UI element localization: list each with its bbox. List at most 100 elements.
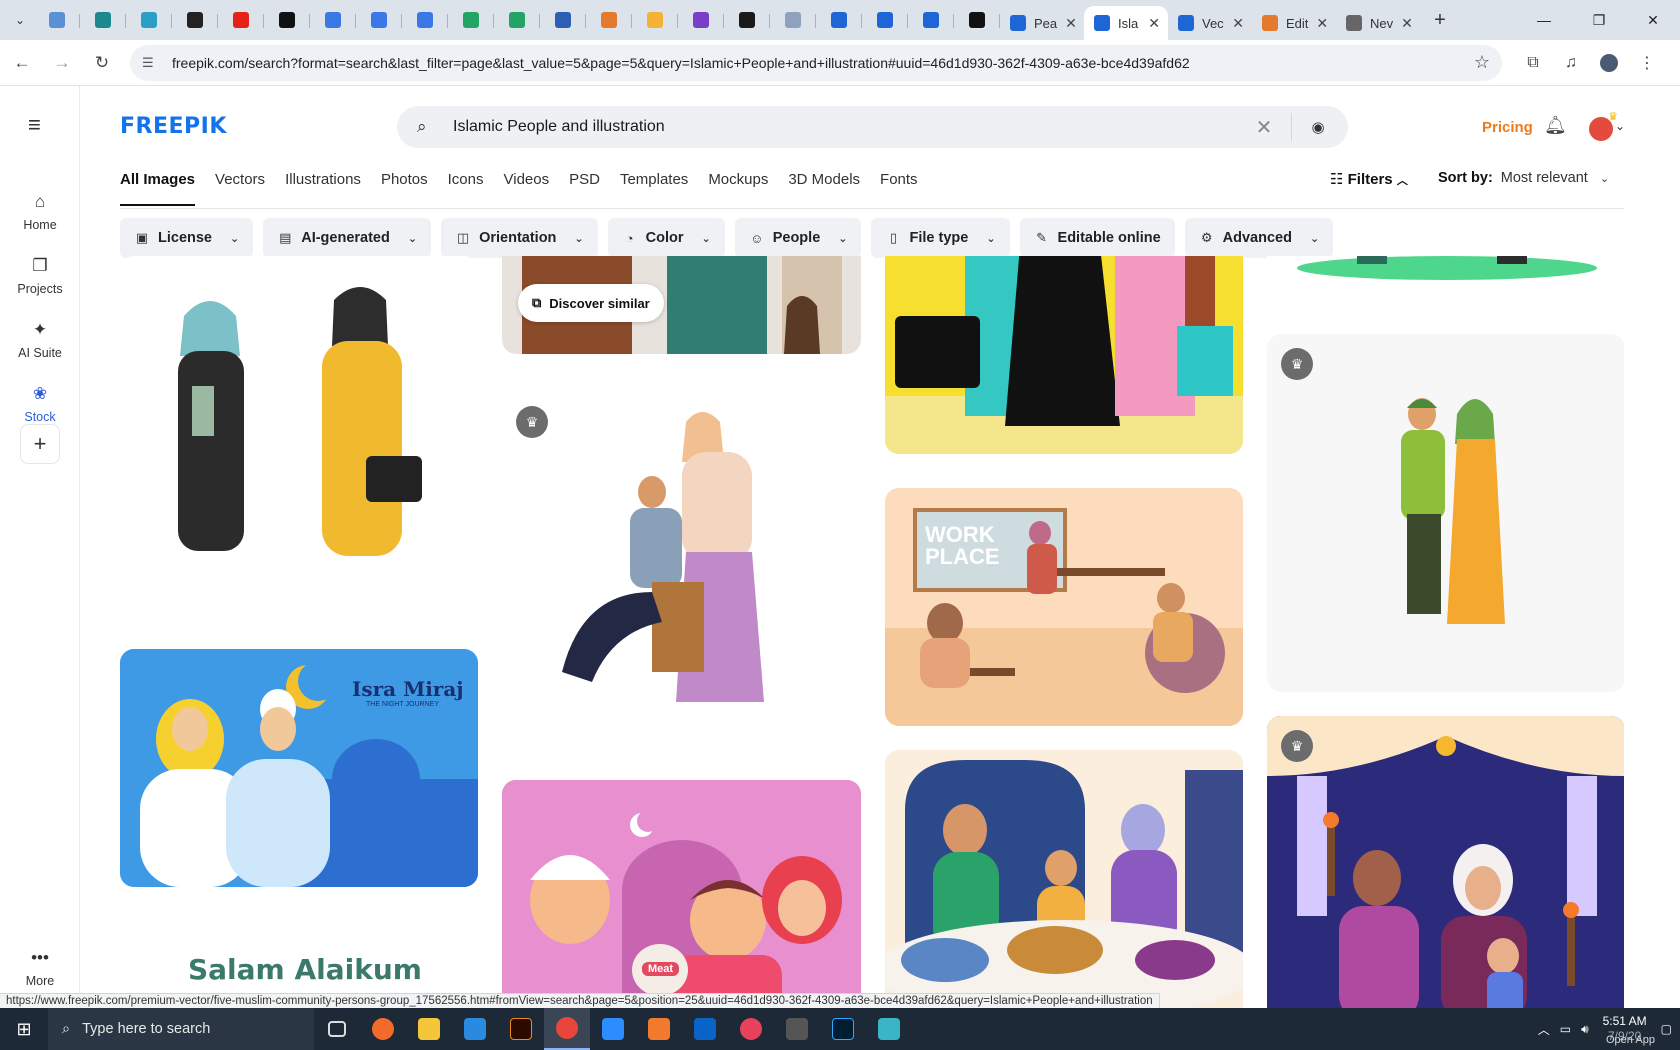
filter-chip[interactable]: ◔ Color ⌄ — [607, 218, 725, 258]
search-bar[interactable]: ⌕ Islamic People and illustration ✕ ◉ — [397, 106, 1348, 148]
user-avatar[interactable]: ♛ — [1589, 111, 1618, 141]
windows-start-icon[interactable]: ⊞ — [0, 1008, 48, 1050]
filter-chip[interactable]: ▯ File type ⌄ — [871, 218, 1010, 258]
extensions-icon[interactable]: ⧉ — [1514, 45, 1552, 81]
result-card[interactable]: ⧉ Discover similar — [502, 256, 861, 354]
browser-tab[interactable] — [310, 4, 356, 36]
close-tab-icon[interactable]: ✕ — [1232, 15, 1244, 32]
task-view-icon[interactable] — [314, 1008, 360, 1050]
volume-icon[interactable]: 🔊︎ — [1581, 1022, 1589, 1037]
browser-tab[interactable] — [862, 4, 908, 36]
hamburger-menu-icon[interactable]: ≡ — [28, 112, 52, 138]
browser-tab[interactable] — [586, 4, 632, 36]
browser-tab[interactable] — [218, 4, 264, 36]
category-tab[interactable]: Templates — [610, 170, 698, 206]
camera-search-icon[interactable]: ◉ — [1306, 118, 1330, 136]
result-card[interactable]: ♛ — [502, 392, 861, 742]
vscode-icon[interactable] — [452, 1008, 498, 1050]
rail-item-ai-suite[interactable]: ✦ AI Suite — [0, 320, 80, 360]
back-button[interactable]: ← — [4, 45, 40, 81]
restore-button[interactable]: ❐ — [1572, 0, 1626, 40]
creative-cloud-icon[interactable] — [728, 1008, 774, 1050]
omnibox[interactable]: ☰ freepik.com/search?format=search&last_… — [130, 44, 1502, 81]
rail-item-more[interactable]: ••• More — [0, 948, 80, 988]
result-card[interactable]: Isra Miraj THE NIGHT JOURNEY — [120, 649, 478, 887]
close-tab-icon[interactable]: ✕ — [1148, 15, 1160, 32]
browser-tab[interactable] — [770, 4, 816, 36]
browser-tab[interactable] — [264, 4, 310, 36]
browser-tab[interactable] — [540, 4, 586, 36]
rail-item-projects[interactable]: ❐ Projects — [0, 256, 80, 296]
rail-item-home[interactable]: ⌂ Home — [0, 192, 80, 232]
taskbar-search-box[interactable]: ⌕ Type here to search — [48, 1008, 314, 1050]
xampp-icon[interactable] — [636, 1008, 682, 1050]
search-input[interactable]: Islamic People and illustration — [453, 118, 1249, 136]
category-tab[interactable]: Icons — [438, 170, 494, 206]
browser-tab[interactable] — [632, 4, 678, 36]
filter-chip[interactable]: ✎ Editable online — [1019, 218, 1175, 258]
profile-avatar-icon[interactable] — [1590, 45, 1628, 81]
browser-tab[interactable] — [448, 4, 494, 36]
browser-tab-active[interactable]: Isla ✕ — [1084, 6, 1168, 40]
result-card[interactable] — [885, 750, 1243, 1008]
result-card[interactable] — [1267, 256, 1624, 284]
photoshop-icon[interactable] — [820, 1008, 866, 1050]
notification-icon[interactable]: ▢ — [1661, 1022, 1672, 1036]
chrome-icon[interactable] — [544, 1008, 590, 1050]
sort-dropdown[interactable]: Sort by: Most relevant ⌄ — [1438, 170, 1609, 186]
network-icon[interactable]: ▭ — [1560, 1022, 1571, 1036]
browser-tab[interactable]: Pea ✕ — [1000, 6, 1084, 40]
close-window-button[interactable]: ✕ — [1626, 0, 1680, 40]
reload-button[interactable]: ↻ — [84, 45, 120, 81]
outlook-icon[interactable] — [682, 1008, 728, 1050]
tab-search-chevron-icon[interactable]: ⌄ — [6, 6, 34, 34]
url-text[interactable]: freepik.com/search?format=search&last_fi… — [172, 55, 1474, 71]
bookmark-star-icon[interactable]: ☆ — [1474, 52, 1490, 73]
browser-tab[interactable] — [724, 4, 770, 36]
result-card[interactable]: WORK PLACE — [885, 488, 1243, 726]
forward-button[interactable]: → — [44, 45, 80, 81]
clear-search-icon[interactable]: ✕ — [1249, 115, 1279, 140]
browser-tab[interactable] — [80, 4, 126, 36]
browser-tab[interactable]: Nev ✕ — [1336, 6, 1420, 40]
close-tab-icon[interactable]: ✕ — [1316, 15, 1328, 32]
close-tab-icon[interactable]: ✕ — [1401, 15, 1413, 32]
category-tab[interactable]: 3D Models — [778, 170, 870, 206]
category-tab[interactable]: Mockups — [698, 170, 778, 206]
rail-item-stock[interactable]: ❀ Stock — [0, 384, 80, 424]
tray-chevron-up-icon[interactable]: ︿ — [1538, 1021, 1550, 1038]
new-tab-button[interactable]: + — [1424, 6, 1456, 34]
browser-tab[interactable] — [34, 4, 80, 36]
filters-toggle[interactable]: ☷ Filters ︿ — [1330, 170, 1408, 188]
browser-tab[interactable] — [172, 4, 218, 36]
browser-tab[interactable]: Edit ✕ — [1252, 6, 1336, 40]
category-tab[interactable]: Videos — [494, 170, 560, 206]
notifications-bell-icon[interactable]: 🔔︎ — [1544, 115, 1567, 136]
category-tab[interactable]: Vectors — [205, 170, 275, 206]
hex-app-icon[interactable] — [866, 1008, 912, 1050]
browser-tab[interactable] — [908, 4, 954, 36]
site-settings-icon[interactable]: ☰ — [142, 55, 162, 71]
filter-chip[interactable]: ☺ People ⌄ — [734, 218, 862, 258]
media-control-icon[interactable]: ♫ — [1552, 45, 1590, 81]
browser-tab[interactable] — [126, 4, 172, 36]
pen-tool-icon[interactable] — [774, 1008, 820, 1050]
category-tab[interactable]: All Images — [120, 170, 205, 206]
filter-chip[interactable]: ▣ License ⌄ — [120, 218, 254, 258]
category-tab[interactable]: PSD — [559, 170, 610, 206]
result-card[interactable] — [885, 256, 1243, 454]
add-button[interactable]: + — [20, 424, 60, 464]
category-tab[interactable]: Fonts — [870, 170, 928, 206]
browser-tab[interactable] — [954, 4, 1000, 36]
illustrator-icon[interactable] — [498, 1008, 544, 1050]
close-tab-icon[interactable]: ✕ — [1065, 15, 1077, 32]
result-card[interactable]: Meat — [502, 780, 861, 1008]
category-tab[interactable]: Illustrations — [275, 170, 371, 206]
result-card[interactable] — [120, 256, 478, 606]
browser-tab[interactable] — [494, 4, 540, 36]
result-card[interactable]: ♛ — [1267, 716, 1624, 1008]
account-chevron-down-icon[interactable]: ⌄ — [1615, 119, 1625, 133]
browser-tab[interactable] — [678, 4, 724, 36]
browser-tab[interactable] — [816, 4, 862, 36]
discover-similar-button[interactable]: ⧉ Discover similar — [518, 284, 664, 322]
